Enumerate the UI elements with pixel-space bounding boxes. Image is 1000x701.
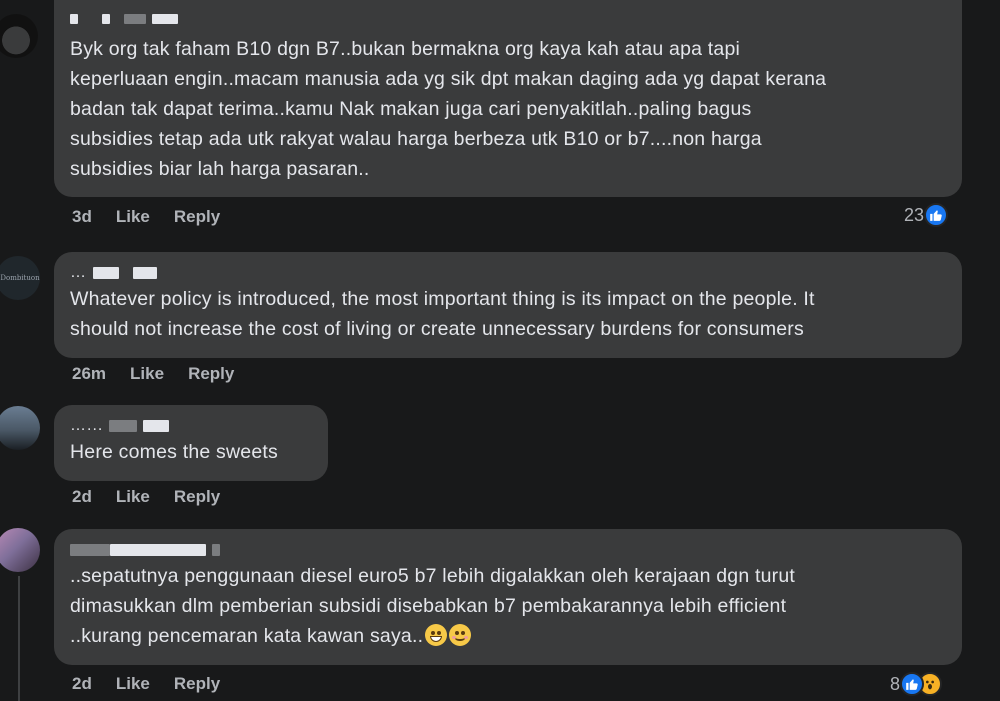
reaction-summary[interactable]: 23 xyxy=(904,203,949,227)
author-name[interactable] xyxy=(70,8,946,30)
avatar-label: Dombituon xyxy=(0,274,40,282)
avatar[interactable] xyxy=(0,528,40,572)
redacted-name xyxy=(124,14,146,24)
timestamp[interactable]: 26m xyxy=(72,364,106,384)
redacted-name xyxy=(133,267,157,279)
like-button[interactable]: Like xyxy=(130,364,164,384)
comment-actions: 3d Like Reply xyxy=(72,207,220,227)
author-name[interactable] xyxy=(70,539,946,561)
like-button[interactable]: Like xyxy=(116,674,150,694)
like-icon xyxy=(900,672,925,696)
reply-button[interactable]: Reply xyxy=(174,674,220,694)
comment-text: ..sepatutnya penggunaan diesel euro5 b7 … xyxy=(70,561,946,651)
thread-line xyxy=(18,576,20,701)
comment-text: Here comes the sweets xyxy=(70,441,278,463)
redacted-name xyxy=(110,544,206,556)
reaction-summary[interactable]: 8 xyxy=(890,672,943,696)
redacted-name xyxy=(109,420,138,432)
redacted-name xyxy=(70,14,78,24)
reply-button[interactable]: Reply xyxy=(188,364,234,384)
timestamp[interactable]: 2d xyxy=(72,487,92,507)
avatar[interactable]: Dombituon xyxy=(0,256,40,300)
reaction-count: 8 xyxy=(890,673,901,694)
like-icon xyxy=(924,203,949,227)
redacted-name xyxy=(70,544,110,556)
timestamp[interactable]: 3d xyxy=(72,207,92,227)
comment-bubble: … Whatever policy is introduced, the mos… xyxy=(54,252,962,358)
like-button[interactable]: Like xyxy=(116,207,150,227)
reply-button[interactable]: Reply xyxy=(174,487,220,507)
redacted-name xyxy=(152,14,178,24)
redacted-name xyxy=(212,544,220,556)
timestamp[interactable]: 2d xyxy=(72,674,92,694)
comment-bubble: Byk org tak faham B10 dgn B7..bukan berm… xyxy=(54,0,962,197)
redacted-name xyxy=(102,14,110,24)
avatar[interactable] xyxy=(0,14,38,58)
redacted-name xyxy=(93,267,119,279)
comment-text: Byk org tak faham B10 dgn B7..bukan berm… xyxy=(70,38,827,180)
reaction-count: 23 xyxy=(904,204,925,225)
author-prefix: …... xyxy=(70,417,104,434)
comment-actions: 2d Like Reply xyxy=(72,674,220,694)
grin-icon xyxy=(425,624,448,646)
like-button[interactable]: Like xyxy=(116,487,150,507)
reply-button[interactable]: Reply xyxy=(174,207,220,227)
comment-text: Whatever policy is introduced, the most … xyxy=(70,288,815,340)
comment-bubble: ..sepatutnya penggunaan diesel euro5 b7 … xyxy=(54,529,962,665)
avatar[interactable] xyxy=(0,406,40,450)
smile-icon xyxy=(449,624,472,646)
comment-actions: 26m Like Reply xyxy=(72,364,234,384)
author-name[interactable]: … xyxy=(70,262,946,284)
comment-actions: 2d Like Reply xyxy=(72,487,220,507)
comment-bubble: …... Here comes the sweets xyxy=(54,405,328,481)
author-prefix: … xyxy=(70,264,87,281)
redacted-name xyxy=(143,420,170,432)
author-name[interactable]: …... xyxy=(70,415,312,437)
